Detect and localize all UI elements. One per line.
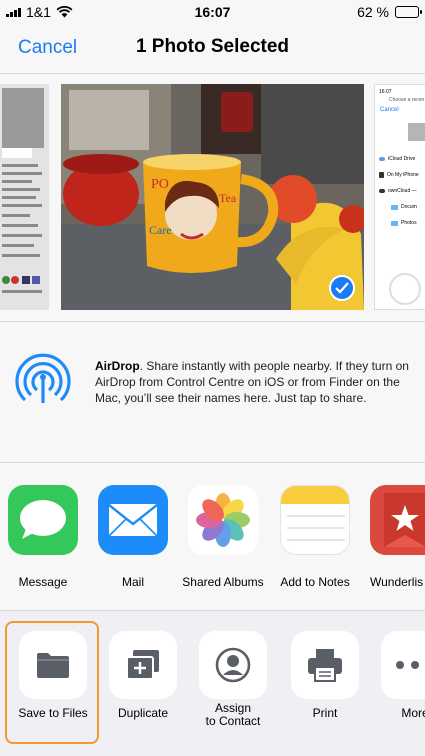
cancel-button[interactable]: Cancel — [18, 37, 77, 59]
share-app-label: Message — [18, 575, 68, 589]
battery-icon — [395, 6, 422, 18]
actions-row[interactable]: Save to Files Duplicate Assign to Contac… — [0, 611, 425, 756]
airdrop-body: . Share instantly with people nearby. If… — [95, 359, 409, 405]
photo-thumbnail-selected[interactable]: PO Tea Care — [61, 84, 364, 310]
wunderlist-icon — [370, 485, 425, 555]
battery-percent: 62 % — [357, 4, 389, 20]
selected-check-icon[interactable] — [329, 275, 355, 301]
share-apps-row[interactable]: Message Mail Shared Albums Add to Notes … — [0, 463, 425, 611]
action-label: Save to Files — [18, 706, 88, 720]
printer-icon — [291, 631, 359, 699]
files-preview-statusbar: 16:07 — [379, 89, 392, 95]
notes-icon — [280, 485, 350, 555]
files-preview-row: iCloud Drive — [379, 151, 425, 167]
share-app-label: Add to Notes — [280, 575, 350, 589]
action-label: Print — [312, 706, 338, 720]
svg-text:Care: Care — [149, 223, 172, 237]
mail-icon — [98, 485, 168, 555]
share-app-shared-albums[interactable]: Shared Albums — [178, 485, 268, 589]
nav-bar: 1 Photo Selected Cancel — [0, 24, 425, 74]
files-preview-thumb — [408, 123, 425, 141]
action-label: Assign to Contact — [205, 701, 261, 728]
share-app-label: Shared Albums — [182, 575, 264, 589]
contact-icon — [199, 631, 267, 699]
files-preview-list: iCloud Drive On My iPhone ownCloud — Doc… — [379, 151, 425, 231]
share-app-wunderlist[interactable]: Wunderlis — [360, 485, 425, 589]
status-bar: 1&1 16:07 62 % — [0, 0, 425, 24]
airdrop-description: AirDrop. Share instantly with people nea… — [95, 358, 413, 406]
duplicate-icon — [109, 631, 177, 699]
share-app-label: Wunderlis — [370, 575, 424, 589]
files-preview-row: Photos — [379, 215, 425, 231]
files-preview-row: Docum — [379, 199, 425, 215]
svg-text:PO: PO — [151, 177, 169, 192]
action-duplicate[interactable]: Duplicate — [98, 631, 188, 720]
more-icon — [381, 631, 425, 699]
files-preview-cancel: Cancel — [380, 107, 399, 113]
share-app-label: Mail — [121, 575, 144, 589]
folder-icon — [19, 631, 87, 699]
messages-icon — [8, 485, 78, 555]
status-right: 62 % — [357, 4, 422, 20]
airdrop-title: AirDrop — [95, 359, 140, 373]
files-preview-row: ownCloud — — [379, 183, 425, 199]
files-preview-row: On My iPhone — [379, 167, 425, 183]
share-app-notes[interactable]: Add to Notes — [270, 485, 360, 589]
airdrop-section[interactable]: AirDrop. Share instantly with people nea… — [0, 322, 425, 463]
photo-thumbnail-receipt[interactable] — [0, 84, 49, 310]
photo-thumbnail-screenshot[interactable]: 16:07 Choose a recen Cancel iCloud Drive… — [374, 84, 425, 310]
files-preview-home-circle — [389, 273, 421, 305]
action-print[interactable]: Print — [280, 631, 370, 720]
svg-text:Tea: Tea — [219, 191, 237, 205]
action-more[interactable]: More — [370, 631, 425, 720]
action-label: More — [401, 706, 425, 720]
preview-time: 16:07 — [379, 89, 392, 95]
share-app-message[interactable]: Message — [0, 485, 88, 589]
action-save-to-files[interactable]: Save to Files — [8, 631, 98, 720]
action-assign-to-contact[interactable]: Assign to Contact — [188, 631, 278, 728]
photos-icon — [188, 485, 258, 555]
airdrop-icon — [14, 347, 72, 410]
files-preview-header: Choose a recen — [389, 97, 425, 103]
photo-carousel[interactable]: PO Tea Care 16:07 Choose a recen Cancel … — [0, 74, 425, 322]
share-app-mail[interactable]: Mail — [88, 485, 178, 589]
action-label: Duplicate — [117, 706, 169, 720]
